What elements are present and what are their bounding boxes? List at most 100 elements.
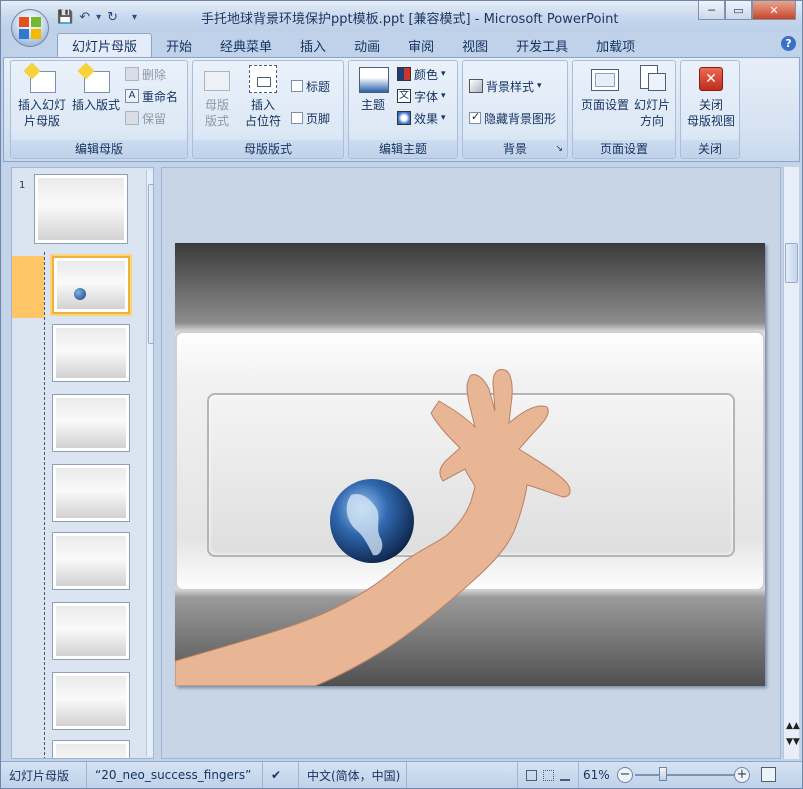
thumbnail-preview [56,468,126,518]
insert-placeholder-icon [247,65,279,95]
thumbnail-scroll-thumb[interactable] [148,184,153,344]
fonts-button[interactable]: 文 字体 ▾ [397,87,446,105]
colors-button[interactable]: 颜色 ▾ [397,65,446,83]
zoom-in-button[interactable]: + [734,767,750,783]
slide-orientation-icon [636,65,668,95]
thumbnail-layout-1[interactable] [52,256,130,314]
delete-button[interactable]: 删除 [125,65,166,83]
footer-checkbox-box[interactable] [291,112,303,124]
background-styles-button[interactable]: 背景样式 ▾ [469,77,542,95]
slideshow-view-icon[interactable] [559,770,570,781]
hide-background-checkbox[interactable]: 隐藏背景图形 [469,109,556,127]
insert-master-icon [23,62,58,95]
zoom-slider-track[interactable] [635,774,741,776]
tab-view[interactable]: 视图 [448,33,502,57]
insert-placeholder-button[interactable]: 插入 占位符 [239,65,287,129]
thumbnail-master[interactable] [34,174,128,244]
thumbnail-layout-5[interactable] [52,532,130,590]
themes-icon [357,65,389,95]
zoom-level[interactable]: 61% [583,768,610,782]
help-icon[interactable]: ? [781,36,796,51]
slide-scroll-thumb[interactable] [785,243,798,283]
fit-to-window-icon[interactable] [761,767,776,782]
thumbnail-layout-6[interactable] [52,602,130,660]
customize-qat-icon[interactable]: ▾ [132,12,137,23]
group-label-master-layout: 母版版式 [193,140,343,158]
thumbnail-layout-3[interactable] [52,394,130,452]
preserve-icon [125,111,139,125]
group-page-setup: 页面设置 幻灯片 方向 页面设置 [572,60,676,159]
thumbnail-preview [56,744,126,758]
insert-placeholder-label: 插入 占位符 [244,98,281,128]
zoom-out-button[interactable]: − [617,767,633,783]
preserve-button[interactable]: 保留 [125,109,166,127]
spell-check-icon[interactable]: ✔ [263,762,299,788]
status-language[interactable]: 中文(简体，中国) [299,762,407,788]
hide-background-label: 隐藏背景图形 [484,111,557,126]
thumbnail-layout-4[interactable] [52,464,130,522]
rename-button[interactable]: A 重命名 [125,87,178,105]
title-checkbox[interactable]: 标题 [291,77,330,95]
fonts-icon: 文 [397,89,411,103]
zoom-slider-knob[interactable] [659,767,667,781]
normal-view-icon[interactable] [526,769,537,781]
rename-label: 重命名 [142,89,179,104]
quick-access-toolbar: 💾 ↶ ▾ ↻ ▾ [57,7,137,27]
slide-canvas[interactable] [175,243,765,686]
thumbnail-layout-8[interactable] [52,740,130,758]
status-bar: 幻灯片母版 “20_neo_success_fingers” ✔ 中文(简体，中… [1,761,802,788]
prev-slide-icon[interactable]: ▲▲ [786,721,800,731]
title-checkbox-box[interactable] [291,80,303,92]
close-window-button[interactable]: ✕ [752,1,796,20]
sorter-view-icon[interactable] [542,769,554,781]
office-button[interactable] [11,9,49,47]
close-master-view-button[interactable]: ✕ 关闭 母版视图 [683,65,739,129]
tab-review[interactable]: 审阅 [394,33,448,57]
hide-background-checkbox-box[interactable] [469,110,481,124]
thumbnail-scrollbar[interactable] [146,170,153,756]
tab-developer[interactable]: 开发工具 [502,33,582,57]
page-setup-button[interactable]: 页面设置 [577,65,633,113]
save-icon[interactable]: 💾 [57,10,73,25]
effects-icon [397,111,411,125]
thumbnail-layout-2[interactable] [52,324,130,382]
slide-thumbnail-pane: 1 [11,167,154,759]
thumbnail-layout-7[interactable] [52,672,130,730]
slide-orientation-button[interactable]: 幻灯片 方向 [631,65,673,129]
tab-insert[interactable]: 插入 [286,33,340,57]
undo-icon[interactable]: ↶ [79,10,90,25]
group-label-page-setup: 页面设置 [573,140,675,158]
slide-scrollbar[interactable]: ▲▲ ▼▼ [783,167,800,759]
undo-dropdown-icon[interactable]: ▾ [96,12,101,23]
redo-icon[interactable]: ↻ [107,10,118,25]
restore-button[interactable]: ▭ [725,1,752,20]
ribbon: 插入幻灯 片母版 插入版式 删除 A 重命名 保留 编辑母版 母版 版式 插入 … [3,57,800,162]
title-bar: 💾 ↶ ▾ ↻ ▾ 手托地球背景环境保护ppt模板.ppt [兼容模式] - M… [1,1,802,31]
tab-home[interactable]: 开始 [152,33,206,57]
themes-button[interactable]: 主题 [353,65,393,113]
thumbnail-preview [56,676,126,726]
tab-animation[interactable]: 动画 [340,33,394,57]
insert-layout-button[interactable]: 插入版式 [69,62,123,113]
insert-slide-master-button[interactable]: 插入幻灯 片母版 [15,62,69,129]
chevron-down-icon: ▾ [441,69,446,79]
workspace: 1 ▲▲ ▼▼ [3,163,800,761]
master-layout-label: 母版 版式 [204,98,229,128]
dialog-launcher-icon[interactable]: ↘ [555,140,563,158]
footer-checkbox[interactable]: 页脚 [291,109,330,127]
effects-button[interactable]: 效果 ▾ [397,109,446,127]
master-layout-button[interactable]: 母版 版式 [197,65,237,129]
minimize-button[interactable]: ─ [698,1,725,20]
thumbnail-preview [57,261,125,309]
tab-classic-menu[interactable]: 经典菜单 [206,33,286,57]
preserve-label: 保留 [142,111,167,126]
layout-hierarchy-line [44,252,45,758]
group-edit-master: 插入幻灯 片母版 插入版式 删除 A 重命名 保留 编辑母版 [10,60,188,159]
thumbnail-preview [38,178,124,240]
tab-slide-master[interactable]: 幻灯片母版 [57,33,153,57]
fonts-label: 字体 [414,89,439,104]
next-slide-icon[interactable]: ▼▼ [786,737,800,747]
tab-addins[interactable]: 加载项 [582,33,649,57]
footer-checkbox-label: 页脚 [306,111,331,126]
page-setup-label: 页面设置 [580,98,629,112]
